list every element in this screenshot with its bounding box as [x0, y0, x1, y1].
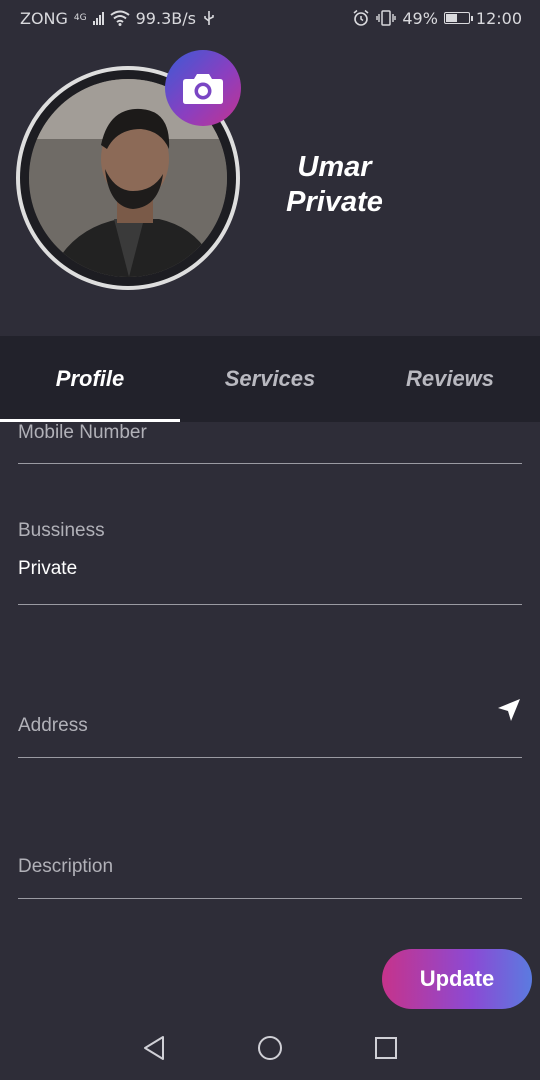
home-icon	[258, 1036, 282, 1060]
status-bar: ZONG 4G 99.3B/s 49% 12:00	[0, 0, 540, 36]
back-icon	[144, 1036, 164, 1060]
alarm-icon	[353, 9, 369, 26]
nav-back-button[interactable]	[137, 1031, 171, 1065]
address-label: Address	[18, 715, 88, 736]
system-nav-bar	[0, 1016, 540, 1080]
description-label: Description	[18, 856, 114, 877]
profile-name-line2: Private	[286, 186, 383, 218]
status-left: ZONG 4G 99.3B/s	[20, 9, 216, 28]
business-label: Bussiness	[18, 520, 105, 541]
wifi-icon	[110, 10, 130, 26]
usb-icon	[204, 11, 214, 25]
tab-bar: Profile Services Reviews	[0, 336, 540, 422]
mobile-number-label: Mobile Number	[18, 422, 147, 443]
camera-icon	[183, 74, 223, 104]
business-field[interactable]: Bussiness Private	[18, 520, 522, 605]
location-arrow-icon[interactable]	[496, 697, 522, 723]
carrier-label: ZONG	[20, 8, 68, 28]
update-button[interactable]: Update	[382, 949, 532, 1009]
business-value: Private	[18, 558, 78, 579]
nav-recents-button[interactable]	[369, 1031, 403, 1065]
vibrate-icon	[376, 10, 397, 26]
status-right: 49% 12:00	[352, 9, 522, 28]
profile-name-line1: Umar	[297, 151, 372, 183]
profile-name: Umar Private	[262, 150, 407, 220]
clock: 12:00	[475, 8, 522, 28]
tab-services[interactable]: Services	[180, 336, 360, 422]
battery-percent: 49%	[402, 8, 438, 28]
address-field[interactable]: Address	[18, 699, 522, 758]
change-photo-button[interactable]	[165, 50, 241, 126]
nav-home-button[interactable]	[253, 1031, 287, 1065]
network-speed: 99.3B/s	[135, 8, 196, 28]
description-field[interactable]: Description	[18, 856, 522, 899]
network-type: 4G	[73, 13, 87, 23]
battery-icon	[443, 12, 473, 24]
mobile-number-field[interactable]: Mobile Number	[18, 422, 522, 464]
profile-header: Umar Private	[0, 36, 540, 336]
recents-icon	[375, 1037, 397, 1059]
tab-profile[interactable]: Profile	[0, 336, 180, 422]
tab-reviews[interactable]: Reviews	[360, 336, 540, 422]
signal-icon	[92, 11, 104, 25]
